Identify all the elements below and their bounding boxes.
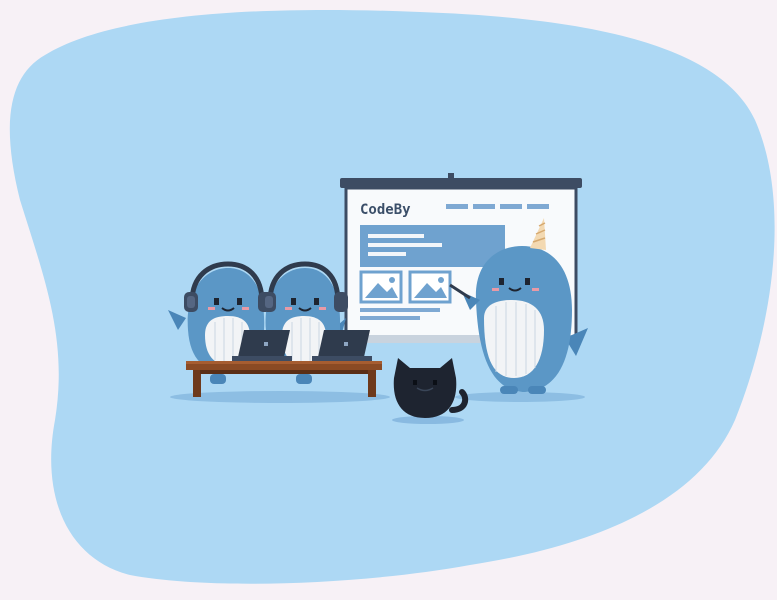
illustration-stage: CodeBy: [0, 0, 777, 600]
ground-shadow-right: [455, 392, 585, 402]
team-presentation-illustration: CodeBy: [9, 9, 775, 584]
screen-brand-text: CodeBy: [360, 202, 411, 218]
ground-shadow-left: [170, 391, 390, 403]
image-placeholder-icon: [359, 270, 403, 304]
image-placeholder-icon: [408, 270, 452, 304]
